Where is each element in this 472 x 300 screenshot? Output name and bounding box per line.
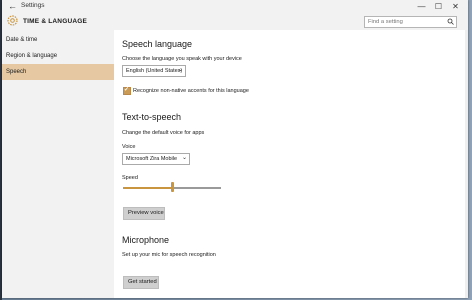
preview-voice-button[interactable]: Preview voice	[123, 207, 165, 220]
speed-slider-fill	[123, 187, 172, 189]
app-title: Settings	[21, 2, 45, 9]
non-native-accents-checkbox[interactable]: ✓	[123, 87, 131, 95]
sidebar-item-label: Speech	[6, 69, 27, 75]
minimize-button[interactable]: —	[413, 0, 430, 13]
sidebar-item-date-time[interactable]: Date & time	[2, 32, 114, 48]
search-icon[interactable]	[447, 18, 454, 25]
non-native-accents-label: Recognize non-native accents for this la…	[133, 88, 249, 94]
preview-voice-label: Preview voice	[128, 210, 164, 216]
microphone-description: Set up your mic for speech recognition	[122, 252, 216, 258]
settings-window: ← Settings — ☐ ✕ TIME & LANGUAGE Find a …	[2, 0, 468, 298]
text-to-speech-heading: Text-to-speech	[122, 112, 182, 122]
scrollbar[interactable]	[465, 30, 468, 298]
speed-label: Speed	[122, 175, 138, 181]
page-header: TIME & LANGUAGE Find a setting	[2, 13, 468, 30]
chevron-down-icon: ⌄	[177, 67, 183, 73]
sidebar: Date & time Region & language Speech	[2, 30, 114, 298]
back-arrow-icon[interactable]: ←	[8, 1, 17, 11]
checkmark-icon: ✓	[124, 87, 130, 93]
text-to-speech-description: Change the default voice for apps	[122, 130, 205, 136]
close-button[interactable]: ✕	[447, 0, 464, 13]
speech-language-select[interactable]: English (United States) ⌄	[122, 65, 186, 77]
speed-slider-thumb[interactable]	[170, 182, 174, 192]
get-started-button[interactable]: Get started	[123, 276, 159, 289]
get-started-label: Get started	[128, 279, 157, 285]
section-title: TIME & LANGUAGE	[23, 18, 88, 25]
sidebar-item-region-language[interactable]: Region & language	[2, 48, 114, 64]
speech-language-value: English (United States)	[126, 68, 183, 74]
title-bar: ← Settings — ☐ ✕	[2, 0, 468, 13]
speech-language-heading: Speech language	[122, 39, 193, 49]
main-content: Speech language Choose the language you …	[114, 30, 468, 298]
microphone-heading: Microphone	[122, 235, 170, 245]
search-input[interactable]: Find a setting	[364, 16, 457, 28]
voice-select[interactable]: Microsoft Zira Mobile ⌄	[122, 153, 190, 165]
sidebar-item-speech[interactable]: Speech	[2, 64, 114, 80]
voice-label: Voice	[122, 144, 136, 150]
maximize-button[interactable]: ☐	[430, 0, 447, 13]
chevron-down-icon: ⌄	[181, 155, 187, 161]
sidebar-item-label: Date & time	[6, 37, 38, 43]
window-controls: — ☐ ✕	[413, 0, 464, 13]
search-placeholder: Find a setting	[368, 19, 403, 25]
voice-value: Microsoft Zira Mobile	[126, 156, 178, 162]
speech-language-description: Choose the language you speak with your …	[122, 56, 242, 62]
gear-icon	[7, 15, 18, 26]
sidebar-item-label: Region & language	[6, 53, 58, 59]
